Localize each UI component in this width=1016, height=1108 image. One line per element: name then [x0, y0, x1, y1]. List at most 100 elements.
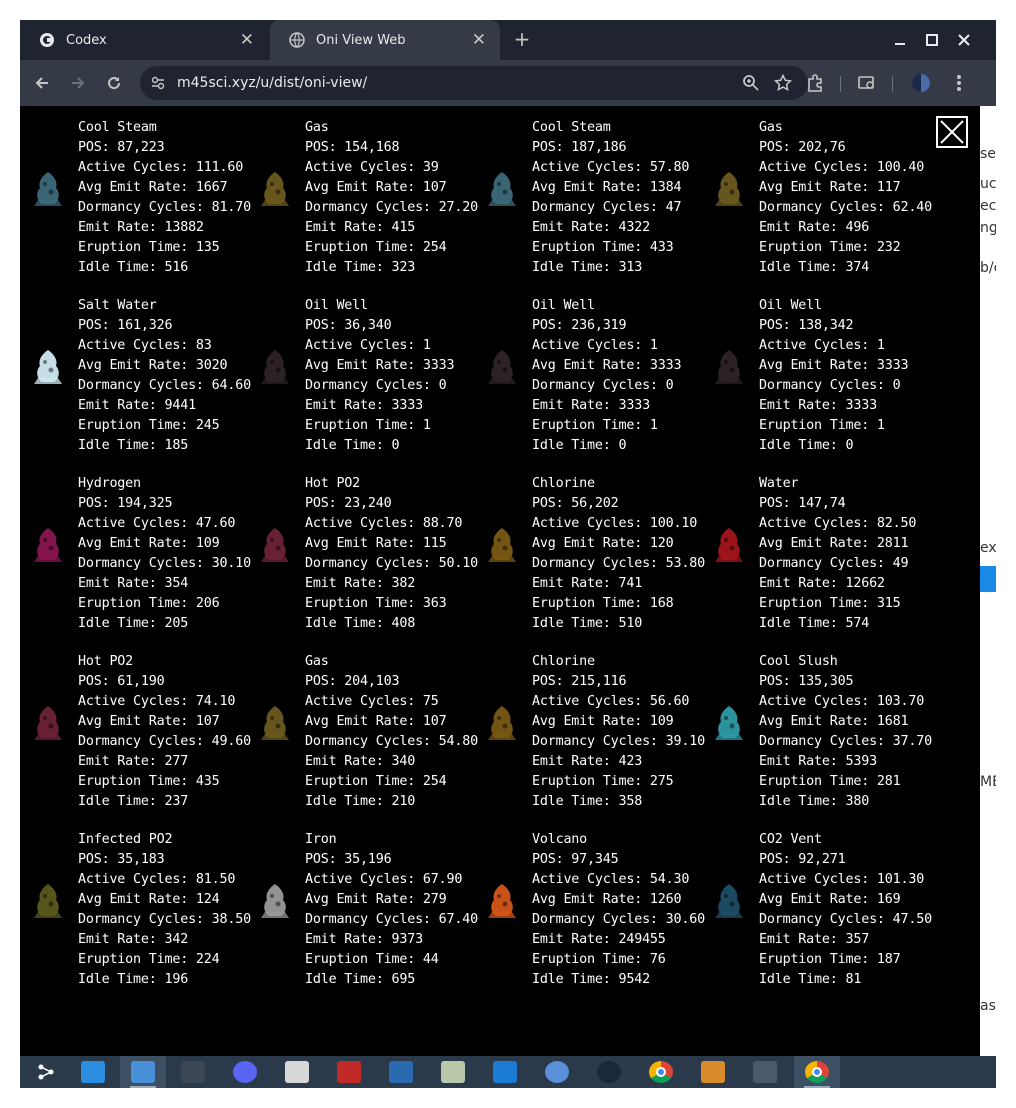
taskbar-docker-icon[interactable] — [534, 1056, 580, 1088]
geyser-name: Infected PO2 — [78, 832, 173, 847]
geyser-avg: Avg Emit Rate: 107 — [305, 714, 447, 729]
geyser-avg: Avg Emit Rate: 109 — [532, 714, 674, 729]
minimize-icon[interactable] — [888, 28, 912, 52]
taskbar-writer-icon[interactable] — [378, 1056, 424, 1088]
taskbar-filezilla-icon[interactable] — [326, 1056, 372, 1088]
geyser-dormancy: Dormancy Cycles: 37.70 — [759, 734, 932, 749]
geyser-eruption: Eruption Time: 44 — [305, 952, 439, 967]
water-geyser-icon — [713, 526, 745, 566]
geyser-name: Gas — [759, 120, 783, 135]
strip-text: exe — [980, 540, 996, 556]
geyser-name: Iron — [305, 832, 337, 847]
geyser-active: Active Cycles: 100.40 — [759, 160, 925, 175]
close-tab-icon[interactable]: ✕ — [472, 30, 486, 50]
taskbar-chrome-icon[interactable] — [638, 1056, 684, 1088]
geyser-emit: Emit Rate: 354 — [78, 576, 189, 591]
geyser-pos: POS: 135,305 — [759, 674, 854, 689]
taskbar-steam-icon[interactable] — [586, 1056, 632, 1088]
geyser-avg: Avg Emit Rate: 107 — [78, 714, 220, 729]
geyser-name: Chlorine — [532, 476, 595, 491]
geyser-name: Cool Steam — [78, 120, 157, 135]
store-icon — [81, 1061, 105, 1083]
tab-search-icon[interactable] — [856, 72, 878, 94]
geyser-active: Active Cycles: 111.60 — [78, 160, 244, 175]
geyser-name: Gas — [305, 120, 329, 135]
taskbar-terminal-icon[interactable] — [170, 1056, 216, 1088]
close-tab-icon[interactable]: ✕ — [240, 30, 254, 50]
profile-avatar[interactable] — [910, 72, 932, 94]
menu-kebab-icon[interactable] — [948, 72, 970, 94]
new-tab-button[interactable]: + — [510, 28, 534, 52]
geyser-name: Water — [759, 476, 799, 491]
geyser-name: Chlorine — [532, 654, 595, 669]
steam-icon — [597, 1061, 621, 1083]
geyser-avg: Avg Emit Rate: 117 — [759, 180, 901, 195]
geyser-name: Oil Well — [759, 298, 822, 313]
geyser-pos: POS: 23,240 — [305, 496, 392, 511]
tab-codex[interactable]: Codex ✕ — [20, 20, 268, 60]
taskbar-chrome-icon[interactable] — [794, 1056, 840, 1088]
maximize-icon[interactable] — [920, 28, 944, 52]
close-overlay-button[interactable] — [936, 116, 968, 148]
extensions-icon[interactable] — [804, 72, 826, 94]
geyser-emit: Emit Rate: 3333 — [305, 398, 423, 413]
geyser-pos: POS: 202,76 — [759, 140, 846, 155]
address-bar[interactable]: m45sci.xyz/u/dist/oni-view/ — [140, 66, 808, 100]
volcano-icon — [486, 882, 518, 922]
geyser-eruption: Eruption Time: 254 — [305, 774, 447, 789]
geyser-dormancy: Dormancy Cycles: 30.60 — [532, 912, 705, 927]
geyser-card: Salt Water POS: 161,326 Active Cycles: 83 A… — [20, 296, 251, 474]
taskbar — [20, 1056, 996, 1088]
geyser-card: Gas POS: 204,103 Active Cycles: 75 Avg Emit… — [247, 652, 478, 830]
window-close-icon[interactable] — [952, 28, 976, 52]
geyser-active: Active Cycles: 82.50 — [759, 516, 917, 531]
taskbar-flight-icon[interactable] — [482, 1056, 528, 1088]
discord-icon — [233, 1061, 257, 1083]
geyser-dormancy: Dormancy Cycles: 49.60 — [78, 734, 251, 749]
taskbar-settings-icon[interactable] — [742, 1056, 788, 1088]
geyser-card: Cool Steam POS: 187,186 Active Cycles: 57.… — [474, 118, 701, 296]
geyser-active: Active Cycles: 83 — [78, 338, 212, 353]
taskbar-app-menu-icon[interactable] — [24, 1056, 70, 1088]
geyser-eruption: Eruption Time: 1 — [759, 418, 885, 433]
forward-icon[interactable] — [66, 71, 90, 95]
geyser-idle: Idle Time: 0 — [759, 438, 854, 453]
geyser-idle: Idle Time: 358 — [532, 794, 643, 809]
geyser-info: Cool Steam POS: 187,186 Active Cycles: 57.… — [532, 118, 689, 278]
taskbar-mixer-icon[interactable] — [690, 1056, 736, 1088]
taskbar-store-icon[interactable] — [70, 1056, 116, 1088]
calculator-icon — [285, 1061, 309, 1083]
back-icon[interactable] — [30, 71, 54, 95]
geyser-name: Hot PO2 — [78, 654, 134, 669]
reload-icon[interactable] — [102, 71, 126, 95]
geyser-eruption: Eruption Time: 1 — [532, 418, 658, 433]
geyser-avg: Avg Emit Rate: 2811 — [759, 536, 909, 551]
geyser-avg: Avg Emit Rate: 1260 — [532, 892, 682, 907]
tab-oni-view-web[interactable]: Oni View Web ✕ — [270, 20, 500, 60]
taskbar-network-icon[interactable] — [430, 1056, 476, 1088]
geyser-eruption: Eruption Time: 281 — [759, 774, 901, 789]
geyser-eruption: Eruption Time: 135 — [78, 240, 220, 255]
zoom-icon[interactable] — [742, 74, 760, 92]
taskbar-calculator-icon[interactable] — [274, 1056, 320, 1088]
cool-steam-vent-icon — [32, 170, 64, 210]
geyser-pos: POS: 36,340 — [305, 318, 392, 333]
hydrogen-vent-icon — [32, 526, 64, 566]
geyser-name: Salt Water — [78, 298, 157, 313]
geyser-active: Active Cycles: 88.70 — [305, 516, 463, 531]
taskbar-files-icon[interactable] — [120, 1056, 166, 1088]
geyser-info: Chlorine POS: 215,116 Active Cycles: 56.60… — [532, 652, 705, 812]
site-info-icon[interactable] — [150, 75, 166, 91]
geyser-avg: Avg Emit Rate: 3333 — [305, 358, 455, 373]
geyser-dormancy: Dormancy Cycles: 47 — [532, 200, 682, 215]
geyser-avg: Avg Emit Rate: 279 — [305, 892, 447, 907]
bookmark-star-icon[interactable] — [773, 73, 793, 92]
tab-title: Codex — [66, 32, 107, 48]
taskbar-discord-icon[interactable] — [222, 1056, 268, 1088]
geyser-idle: Idle Time: 574 — [759, 616, 870, 631]
codex-icon — [38, 31, 56, 49]
geyser-emit: Emit Rate: 340 — [305, 754, 416, 769]
strip-text: ec — [980, 198, 996, 214]
co2-vent-icon — [713, 882, 745, 922]
geyser-pos: POS: 194,325 — [78, 496, 173, 511]
